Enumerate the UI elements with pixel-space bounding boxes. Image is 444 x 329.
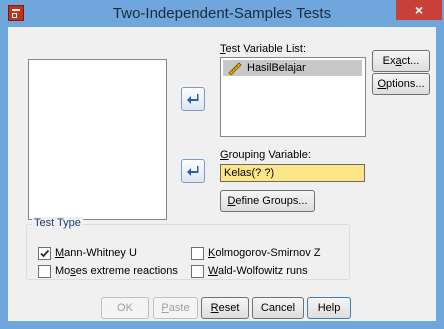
mann-whitney-checkbox[interactable] [38,247,51,260]
cancel-button[interactable]: Cancel [252,297,304,319]
move-arrow-icon [187,166,199,176]
grouping-variable-label: Grouping Variable: [220,149,311,161]
wald-wolfowitz-label: Wald-Wolfowitz runs [208,265,308,277]
dialog-title: Two-Independent-Samples Tests [112,5,332,22]
define-groups-button[interactable]: Define Groups... [220,190,315,212]
source-variable-list[interactable] [28,59,167,220]
scale-variable-icon [228,62,242,75]
title-bar[interactable]: Two-Independent-Samples Tests × [0,0,444,26]
reset-button[interactable]: Reset [201,297,249,319]
wald-wolfowitz-checkbox[interactable] [191,265,204,278]
exact-button[interactable]: Exact... [372,50,430,72]
list-item-label: HasilBelajar [247,62,306,74]
move-to-grouping-variable-button[interactable] [181,159,205,183]
checkmark-icon [40,249,50,258]
kolmogorov-smirnov-checkbox[interactable] [191,247,204,260]
close-button[interactable]: × [396,0,442,20]
options-button[interactable]: Options... [372,73,430,95]
kolmogorov-smirnov-label: Kolmogorov-Smirnov Z [208,247,321,259]
ok-button[interactable]: OK [101,297,149,319]
dialog-window: Two-Independent-Samples Tests × Test Var… [0,0,444,329]
test-type-legend: Test Type [32,217,83,229]
list-item[interactable]: HasilBelajar [223,60,362,76]
dialog-body: Test Variable List: HasilBelajar Exact..… [8,27,436,321]
grouping-variable-field[interactable]: Kelas(? ?) [220,164,365,182]
help-button[interactable]: Help [307,297,351,319]
test-variable-list[interactable]: HasilBelajar [220,57,366,137]
mann-whitney-label: Mann-Whitney U [55,247,137,259]
move-arrow-icon [187,94,199,104]
moses-label: Moses extreme reactions [55,265,178,277]
test-variable-list-label: Test Variable List: [220,43,307,55]
paste-button[interactable]: Paste [153,297,198,319]
moses-checkbox[interactable] [38,265,51,278]
move-to-test-variable-button[interactable] [181,87,205,111]
